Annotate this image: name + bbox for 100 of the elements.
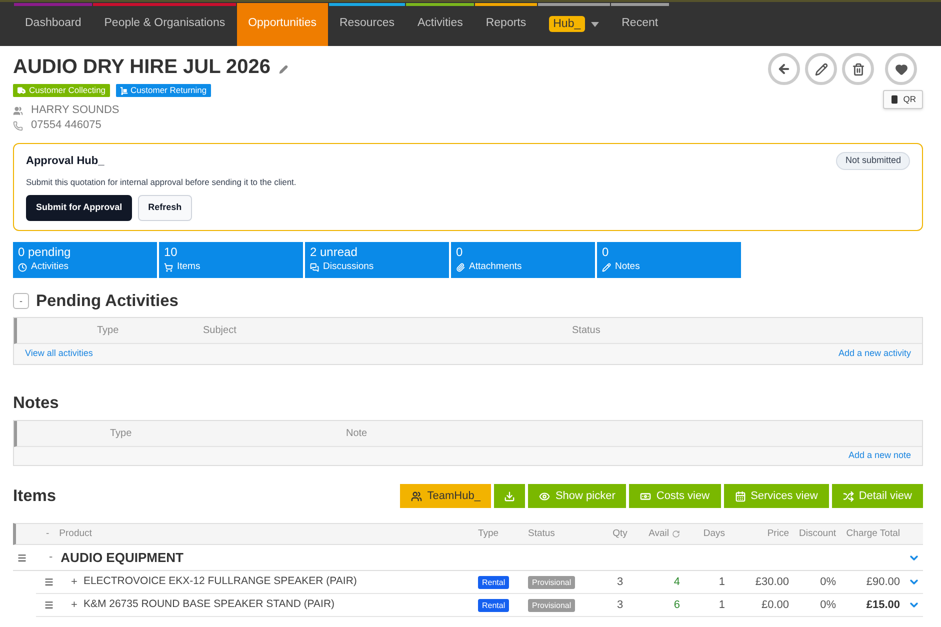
pencil-icon <box>814 62 828 76</box>
tag-label: Customer Returning <box>130 84 207 97</box>
table-cell: 6 <box>674 598 680 611</box>
column-header: Status <box>572 325 600 336</box>
page-title: AUDIO DRY HIRE JUL 2026 <box>13 55 270 80</box>
qr-button[interactable]: QR <box>883 90 923 109</box>
tile-count: 2 unread <box>310 244 358 260</box>
column-header: Product <box>59 526 92 541</box>
phone-icon <box>13 120 23 130</box>
table-cell: £30.00 <box>755 576 789 588</box>
summary-tile[interactable]: 10 Items <box>159 242 303 278</box>
nav-tab[interactable]: Recent <box>610 6 670 46</box>
teamhub-button[interactable]: TeamHub_ <box>400 484 492 508</box>
hand-truck-icon <box>120 86 128 94</box>
tile-label: Activities <box>31 260 68 274</box>
product-name[interactable]: K&M 26735 ROUND BASE SPEAKER STAND (PAIR) <box>83 597 335 613</box>
group-name: AUDIO EQUIPMENT <box>60 548 184 567</box>
phone-number: 07554 446075 <box>31 118 102 134</box>
paperclip-icon <box>456 263 465 272</box>
tile-count: 0 <box>456 244 464 260</box>
refresh-icon[interactable] <box>672 530 680 538</box>
collapse-all-toggle[interactable]: - <box>46 526 50 542</box>
tile-label: Items <box>177 260 200 274</box>
hub-badge: Hub_ <box>549 16 585 32</box>
table-cell: 3 <box>616 598 624 611</box>
column-header: Avail <box>648 526 669 541</box>
hamburger-icon[interactable] <box>44 577 54 587</box>
table-cell: £90.00 <box>866 576 900 588</box>
column-header: Type <box>478 526 499 541</box>
column-header: Status <box>528 526 555 541</box>
people-icon <box>13 106 23 116</box>
panel-description: Submit this quotation for internal approval before sending it to the client. <box>26 176 298 189</box>
tile-count: 0 pending <box>18 244 72 260</box>
tile-label: Discussions <box>323 260 374 274</box>
product-name[interactable]: ELECTROVOICE EKX-12 FULLRANGE SPEAKER (PAIR) <box>83 574 357 590</box>
summary-tile[interactable]: 0 Attachments <box>451 242 595 278</box>
nav-tab[interactable]: Activities <box>406 6 474 46</box>
hamburger-icon[interactable] <box>17 552 27 562</box>
summary-tile[interactable]: 2 unread Discussions <box>305 242 449 278</box>
column-header: Qty <box>612 526 628 541</box>
people-icon <box>411 490 422 502</box>
favourite-button[interactable] <box>885 53 917 85</box>
pencil-icon[interactable] <box>278 64 288 74</box>
column-header: Charge Total <box>846 526 900 541</box>
download-icon <box>504 490 516 502</box>
eye-icon <box>539 490 550 502</box>
column-header: Discount <box>799 526 836 541</box>
column-header: Days <box>703 526 725 541</box>
truck-icon <box>17 86 26 95</box>
chat-bubbles-icon <box>310 263 319 272</box>
status-pill: Not submitted <box>836 152 910 170</box>
add-link[interactable]: Add a new note <box>848 449 911 463</box>
smartphone-icon <box>890 95 900 104</box>
table-cell: £0.00 <box>761 598 789 611</box>
collapse-button[interactable]: - <box>13 293 29 309</box>
nav-tab[interactable]: Resources <box>328 6 406 46</box>
tile-label: Notes <box>615 260 640 274</box>
view-all-link[interactable]: View all activities <box>25 347 93 361</box>
table-cell: 0% <box>820 576 836 588</box>
column-header: Price <box>767 526 789 541</box>
summary-tile[interactable]: 0 pending Activities <box>13 242 157 278</box>
submit-button[interactable]: Submit for Approval <box>26 195 132 221</box>
hamburger-icon[interactable] <box>44 600 54 610</box>
nav-tab[interactable]: Hub_ <box>538 6 610 46</box>
table-cell: 4 <box>674 576 680 588</box>
cart-icon <box>164 263 173 272</box>
collapse-toggle[interactable]: - <box>49 549 53 566</box>
trash-icon <box>852 62 864 76</box>
table-cell: 1 <box>718 576 725 588</box>
column-header: Subject <box>203 325 236 336</box>
column-header: Note <box>346 428 368 439</box>
expand-toggle[interactable]: + <box>71 596 78 614</box>
status-badge: Provisional <box>528 598 576 612</box>
nav-tab[interactable]: People & Organisations <box>93 6 236 46</box>
summary-tile[interactable]: 0 Notes <box>597 242 741 278</box>
clock-icon <box>18 263 27 272</box>
table-cell: 0% <box>820 598 836 611</box>
status-badge: Provisional <box>528 576 576 589</box>
section-title: Pending Activities <box>36 290 178 312</box>
tile-count: 0 <box>602 244 610 260</box>
column-header: Type <box>110 428 132 439</box>
panel-title: Approval Hub_ <box>26 154 104 169</box>
tag-label: Customer Collecting <box>29 84 106 97</box>
expand-toggle[interactable]: + <box>71 574 78 590</box>
heart-icon <box>894 62 908 76</box>
refresh-button[interactable]: Refresh <box>138 195 192 221</box>
type-badge: Rental <box>478 576 510 589</box>
column-header: Type <box>97 325 119 336</box>
table-cell: 1 <box>718 598 725 611</box>
table-cell: £15.00 <box>866 598 900 611</box>
delete-button[interactable] <box>842 53 874 85</box>
back-button[interactable] <box>768 53 800 85</box>
shuffle-icon <box>842 490 854 502</box>
nav-tab[interactable]: Reports <box>474 6 538 46</box>
contact-name: HARRY SOUNDS <box>31 103 120 118</box>
table-cell: 3 <box>616 576 624 588</box>
nav-tab[interactable]: Dashboard <box>14 6 92 46</box>
edit-button[interactable] <box>805 53 837 85</box>
arrow-left-icon <box>777 62 791 76</box>
add-link[interactable]: Add a new activity <box>838 347 911 361</box>
